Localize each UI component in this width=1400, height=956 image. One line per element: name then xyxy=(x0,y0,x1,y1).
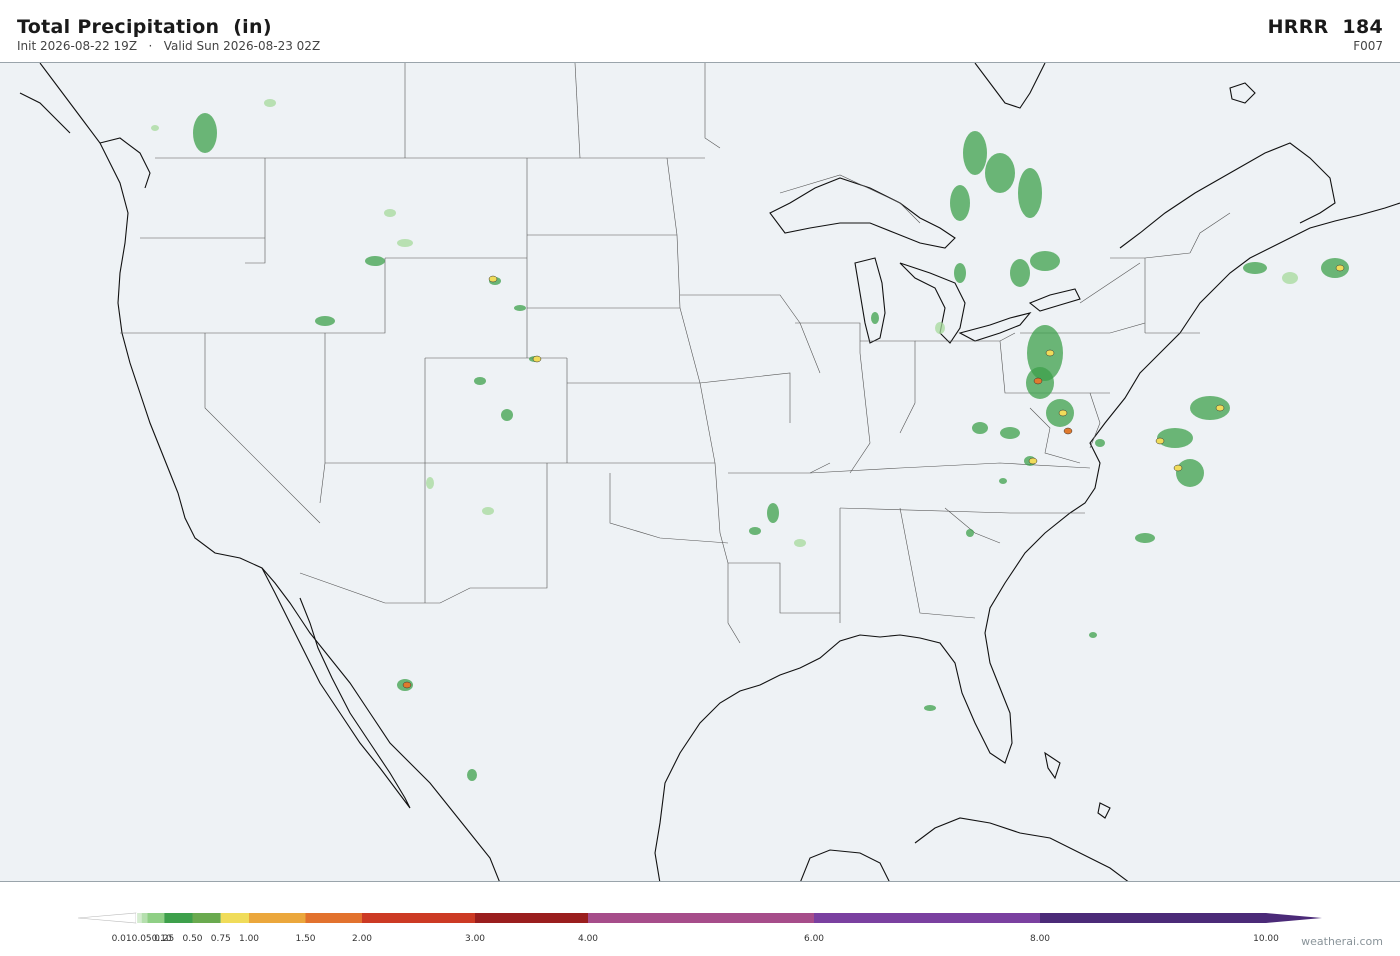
precip-cell xyxy=(935,322,945,334)
colorbar-tick-label: 0.50 xyxy=(182,934,203,944)
precip-cell xyxy=(1095,439,1105,447)
precip-core xyxy=(1335,264,1345,272)
colorbar-bin-4 xyxy=(164,913,193,923)
precip-cell xyxy=(397,239,413,247)
colorbar-bin-10 xyxy=(475,913,588,923)
colorbar-tick-label: 0.25 xyxy=(154,934,175,944)
colorbar-tick-label: 2.00 xyxy=(351,934,373,944)
colorbar-tick-label: 1.50 xyxy=(295,934,316,944)
colorbar-bin-12 xyxy=(814,913,1040,923)
precip-core xyxy=(1028,457,1038,465)
precip-core xyxy=(1058,409,1068,417)
colorbar-strip xyxy=(77,912,1322,924)
model-run-label: HRRR 184 xyxy=(1267,16,1383,38)
colorbar-tick-label: 6.00 xyxy=(803,934,825,944)
colorbar: 0.010.050.10 0.25 0.50 0.75 1.00 1.50 2.00 3.00… xyxy=(0,910,1400,950)
precip-core xyxy=(1173,464,1183,472)
precip-cell xyxy=(954,263,966,283)
precip-cell xyxy=(999,478,1007,484)
precip-cell xyxy=(426,477,434,489)
precip-cell xyxy=(963,131,987,175)
precip-cell xyxy=(924,705,936,711)
precip-cell xyxy=(1089,632,1097,638)
colorbar-bin-11 xyxy=(588,913,814,923)
precip-core xyxy=(1155,437,1165,445)
colorbar-bin-13 xyxy=(1040,913,1266,923)
map-title: Total Precipitation (in) xyxy=(17,16,272,38)
colorbar-bin-3 xyxy=(147,913,165,923)
precip-cell xyxy=(985,153,1015,193)
precip-core xyxy=(532,355,542,363)
colorbar-bin-2 xyxy=(141,913,148,923)
precip-core xyxy=(1215,404,1225,412)
state-boundaries xyxy=(120,63,1231,644)
precip-cell xyxy=(1135,533,1155,543)
precip-core xyxy=(1045,349,1055,357)
precip-cell xyxy=(1000,427,1020,439)
precip-cell xyxy=(871,312,879,324)
colorbar-bin-8 xyxy=(305,913,362,923)
precip-cell xyxy=(1018,168,1042,218)
precip-cell xyxy=(384,209,396,217)
colorbar-bin-9 xyxy=(362,913,475,923)
precip-cell xyxy=(749,527,761,535)
colorbar-tick-label: 0.75 xyxy=(210,934,231,944)
precip-cell xyxy=(1030,251,1060,271)
precipitation-overlay xyxy=(151,99,1349,781)
precip-cell xyxy=(501,409,513,421)
precip-cell xyxy=(474,377,486,385)
precip-cell xyxy=(1243,262,1267,274)
colorbar-tick-label: 10.00 xyxy=(1253,934,1279,944)
precip-core xyxy=(1033,377,1043,385)
watermark: weatherai.com xyxy=(1301,935,1383,948)
init-valid-time: Init 2026-08-22 19Z · Valid Sun 2026-08-… xyxy=(17,39,321,53)
precip-cell xyxy=(972,422,988,434)
colorbar-bin-5 xyxy=(192,913,221,923)
colorbar-tick-label: 1.00 xyxy=(238,934,260,944)
precip-cell xyxy=(1157,428,1193,448)
precip-cell xyxy=(1321,258,1349,278)
precipitation-map[interactable] xyxy=(0,62,1400,882)
colorbar-bin-7 xyxy=(249,913,306,923)
colorbar-bin-6 xyxy=(220,913,249,923)
colorbar-tick-label: 3.00 xyxy=(464,934,486,944)
colorbar-over-arrow xyxy=(1266,913,1322,923)
precip-cell xyxy=(482,507,494,515)
precip-cell xyxy=(151,125,159,131)
forecast-hour-label: F007 xyxy=(1353,39,1383,53)
precip-cell xyxy=(264,99,276,107)
precip-cell xyxy=(950,185,970,221)
precip-core xyxy=(402,681,412,689)
precip-cell xyxy=(966,529,974,537)
precip-cell xyxy=(315,316,335,326)
colorbar-bin-1 xyxy=(137,913,142,923)
colorbar-tick-label: 8.00 xyxy=(1029,934,1051,944)
precip-cell xyxy=(767,503,779,523)
precip-core xyxy=(1063,427,1073,435)
map-canvas xyxy=(19,63,1400,881)
precip-cell xyxy=(365,256,385,266)
precip-cell xyxy=(1282,272,1298,284)
precip-cell xyxy=(794,539,806,547)
colorbar-tick-label: 4.00 xyxy=(577,934,599,944)
precip-cell xyxy=(514,305,526,311)
precip-cell xyxy=(1010,259,1030,287)
precip-cell xyxy=(1176,459,1204,487)
precip-core xyxy=(488,275,498,283)
precip-cell xyxy=(193,113,217,153)
precip-cell xyxy=(467,769,477,781)
colorbar-bin-0 xyxy=(136,913,138,923)
colorbar-under-arrow xyxy=(77,912,137,924)
